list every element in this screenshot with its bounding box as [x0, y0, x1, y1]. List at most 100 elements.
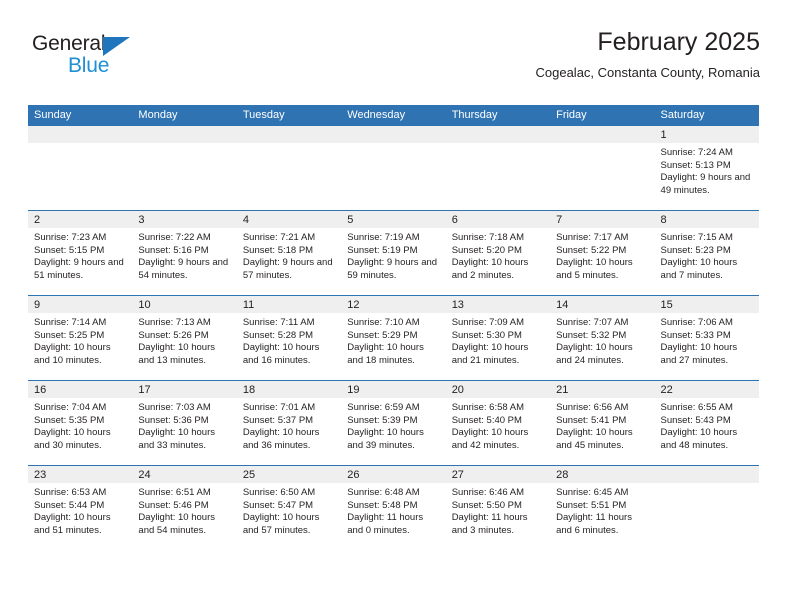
- calendar-empty-cell: [236, 126, 342, 211]
- day-details: Sunrise: 7:19 AM Sunset: 5:19 PM Daylight:…: [341, 228, 445, 282]
- sunrise-text: Sunrise: 7:22 AM: [138, 232, 211, 243]
- calendar-day-cell[interactable]: 26 Sunrise: 6:48 AM Sunset: 5:48 PM Dayligh…: [341, 465, 446, 550]
- calendar-day-cell[interactable]: 6 Sunrise: 7:18 AM Sunset: 5:20 PM Daylight…: [445, 210, 551, 296]
- page-header: General Blue February 2025 Cogealac, Con…: [28, 26, 760, 98]
- day-details: Sunrise: 7:07 AM Sunset: 5:32 PM Daylight:…: [550, 313, 654, 367]
- daylight-text: Daylight: 10 hours and 30 minutes.: [34, 427, 111, 451]
- day-cell-inner: 22 Sunrise: 6:55 AM Sunset: 5:43 PM Dayligh…: [654, 381, 759, 465]
- calendar-day-cell[interactable]: 12 Sunrise: 7:10 AM Sunset: 5:29 PM Dayligh…: [341, 295, 446, 381]
- day-cell-inner: [550, 126, 655, 210]
- calendar-day-cell[interactable]: 13 Sunrise: 7:09 AM Sunset: 5:30 PM Dayligh…: [445, 295, 551, 381]
- day-details: Sunrise: 7:23 AM Sunset: 5:15 PM Daylight:…: [28, 228, 132, 282]
- calendar-day-cell[interactable]: 4 Sunrise: 7:21 AM Sunset: 5:18 PM Daylight…: [236, 210, 342, 296]
- calendar-header-row: Sunday Monday Tuesday Wednesday Thursday…: [28, 105, 759, 126]
- sunrise-text: Sunrise: 6:50 AM: [242, 487, 316, 498]
- weekday-header-wednesday: Wednesday: [341, 105, 446, 126]
- day-cell-inner: 7 Sunrise: 7:17 AM Sunset: 5:22 PM Daylight…: [550, 211, 655, 295]
- calendar-day-cell[interactable]: 20 Sunrise: 6:58 AM Sunset: 5:40 PM Dayligh…: [445, 380, 551, 466]
- sunset-text: Sunset: 5:39 PM: [347, 414, 418, 426]
- calendar-day-cell[interactable]: 7 Sunrise: 7:17 AM Sunset: 5:22 PM Daylight…: [550, 210, 655, 296]
- daylight-text: Daylight: 10 hours and 5 minutes.: [556, 257, 633, 281]
- calendar-day-cell[interactable]: 18 Sunrise: 7:01 AM Sunset: 5:37 PM Dayligh…: [236, 380, 342, 466]
- calendar-empty-cell: [445, 126, 551, 211]
- daylight-text: Daylight: 10 hours and 2 minutes.: [451, 257, 529, 281]
- day-details: Sunrise: 6:51 AM Sunset: 5:46 PM Daylight:…: [132, 483, 236, 537]
- day-number: 11: [236, 296, 342, 313]
- calendar-day-cell[interactable]: 16 Sunrise: 7:04 AM Sunset: 5:35 PM Dayligh…: [28, 380, 133, 466]
- sunset-text: Sunset: 5:29 PM: [347, 329, 418, 341]
- calendar-week-row: 9 Sunrise: 7:14 AM Sunset: 5:25 PM Daylight…: [28, 295, 759, 381]
- calendar-day-cell[interactable]: 8 Sunrise: 7:15 AM Sunset: 5:23 PM Daylight…: [654, 210, 759, 296]
- day-cell-inner: 15 Sunrise: 7:06 AM Sunset: 5:33 PM Dayligh…: [654, 296, 759, 380]
- calendar-day-cell[interactable]: 24 Sunrise: 6:51 AM Sunset: 5:46 PM Dayligh…: [132, 465, 237, 550]
- calendar-day-cell[interactable]: 9 Sunrise: 7:14 AM Sunset: 5:25 PM Daylight…: [28, 295, 133, 381]
- sunrise-text: Sunrise: 7:11 AM: [242, 317, 315, 328]
- day-cell-inner: 16 Sunrise: 7:04 AM Sunset: 5:35 PM Dayligh…: [28, 381, 133, 465]
- day-cell-inner: [654, 466, 759, 550]
- sunset-text: Sunset: 5:43 PM: [660, 414, 731, 426]
- day-number: [550, 126, 655, 143]
- day-details: Sunrise: 7:10 AM Sunset: 5:29 PM Daylight:…: [341, 313, 445, 367]
- sunrise-text: Sunrise: 7:07 AM: [556, 317, 629, 328]
- daylight-text: Daylight: 10 hours and 54 minutes.: [138, 512, 215, 536]
- day-number: 10: [132, 296, 237, 313]
- day-number: 26: [341, 466, 446, 483]
- day-number: 19: [341, 381, 446, 398]
- calendar-day-cell[interactable]: 15 Sunrise: 7:06 AM Sunset: 5:33 PM Dayligh…: [654, 295, 759, 381]
- calendar-week-row: 16 Sunrise: 7:04 AM Sunset: 5:35 PM Dayligh…: [28, 380, 759, 466]
- day-details: Sunrise: 7:22 AM Sunset: 5:16 PM Daylight:…: [132, 228, 236, 282]
- sunrise-text: Sunrise: 7:15 AM: [660, 232, 733, 243]
- calendar-day-cell[interactable]: 1 Sunrise: 7:24 AM Sunset: 5:13 PM Daylight…: [654, 126, 759, 211]
- calendar-day-cell[interactable]: 25 Sunrise: 6:50 AM Sunset: 5:47 PM Dayligh…: [236, 465, 342, 550]
- calendar-day-cell[interactable]: 28 Sunrise: 6:45 AM Sunset: 5:51 PM Dayligh…: [550, 465, 655, 550]
- day-details: Sunrise: 7:18 AM Sunset: 5:20 PM Daylight:…: [446, 228, 550, 282]
- day-details: Sunrise: 6:56 AM Sunset: 5:41 PM Daylight:…: [550, 398, 654, 452]
- sunrise-text: Sunrise: 7:13 AM: [138, 317, 211, 328]
- day-details: Sunrise: 7:24 AM Sunset: 5:13 PM Daylight:…: [655, 143, 759, 197]
- day-number: 12: [341, 296, 446, 313]
- day-cell-inner: 4 Sunrise: 7:21 AM Sunset: 5:18 PM Daylight…: [236, 211, 342, 295]
- day-number: 25: [236, 466, 342, 483]
- weekday-header-tuesday: Tuesday: [236, 105, 342, 126]
- sunset-text: Sunset: 5:44 PM: [34, 499, 105, 511]
- sunset-text: Sunset: 5:35 PM: [34, 414, 105, 426]
- sunset-text: Sunset: 5:26 PM: [138, 329, 209, 341]
- calendar-day-cell[interactable]: 17 Sunrise: 7:03 AM Sunset: 5:36 PM Dayligh…: [132, 380, 237, 466]
- day-cell-inner: 26 Sunrise: 6:48 AM Sunset: 5:48 PM Dayligh…: [341, 466, 446, 550]
- calendar-day-cell[interactable]: 27 Sunrise: 6:46 AM Sunset: 5:50 PM Dayligh…: [445, 465, 551, 550]
- logo-text-blue: Blue: [68, 54, 110, 77]
- sunrise-text: Sunrise: 6:53 AM: [34, 487, 107, 498]
- calendar-day-cell[interactable]: 21 Sunrise: 6:56 AM Sunset: 5:41 PM Dayligh…: [550, 380, 655, 466]
- day-number: 13: [445, 296, 551, 313]
- calendar-day-cell[interactable]: 22 Sunrise: 6:55 AM Sunset: 5:43 PM Dayligh…: [654, 380, 759, 466]
- day-cell-inner: 25 Sunrise: 6:50 AM Sunset: 5:47 PM Dayligh…: [236, 466, 342, 550]
- day-number: [28, 126, 133, 143]
- daylight-text: Daylight: 10 hours and 48 minutes.: [660, 427, 738, 451]
- daylight-text: Daylight: 10 hours and 33 minutes.: [138, 427, 215, 451]
- calendar-day-cell[interactable]: 5 Sunrise: 7:19 AM Sunset: 5:19 PM Daylight…: [341, 210, 446, 296]
- sunrise-text: Sunrise: 6:48 AM: [347, 487, 420, 498]
- sunset-text: Sunset: 5:50 PM: [451, 499, 522, 511]
- calendar-day-cell[interactable]: 10 Sunrise: 7:13 AM Sunset: 5:26 PM Dayligh…: [132, 295, 237, 381]
- calendar-empty-cell: [132, 126, 237, 211]
- weekday-header-friday: Friday: [550, 105, 655, 126]
- sunset-text: Sunset: 5:41 PM: [556, 414, 627, 426]
- day-number: 2: [28, 211, 133, 228]
- sunset-text: Sunset: 5:25 PM: [34, 329, 105, 341]
- day-details: Sunrise: 6:59 AM Sunset: 5:39 PM Daylight:…: [341, 398, 445, 452]
- sunset-text: Sunset: 5:46 PM: [138, 499, 209, 511]
- calendar-day-cell[interactable]: 14 Sunrise: 7:07 AM Sunset: 5:32 PM Dayligh…: [550, 295, 655, 381]
- calendar-week-row: 2 Sunrise: 7:23 AM Sunset: 5:15 PM Daylight…: [28, 210, 759, 296]
- calendar-day-cell[interactable]: 2 Sunrise: 7:23 AM Sunset: 5:15 PM Daylight…: [28, 210, 133, 296]
- day-number: 16: [28, 381, 133, 398]
- calendar-day-cell[interactable]: 3 Sunrise: 7:22 AM Sunset: 5:16 PM Daylight…: [132, 210, 237, 296]
- calendar-day-cell[interactable]: 23 Sunrise: 6:53 AM Sunset: 5:44 PM Dayligh…: [28, 465, 133, 550]
- day-cell-inner: 2 Sunrise: 7:23 AM Sunset: 5:15 PM Daylight…: [28, 211, 133, 295]
- day-number: 8: [654, 211, 759, 228]
- calendar-day-cell[interactable]: 19 Sunrise: 6:59 AM Sunset: 5:39 PM Dayligh…: [341, 380, 446, 466]
- day-number: 15: [654, 296, 759, 313]
- sunrise-text: Sunrise: 6:58 AM: [451, 402, 525, 413]
- calendar-day-cell[interactable]: 11 Sunrise: 7:11 AM Sunset: 5:28 PM Dayligh…: [236, 295, 342, 381]
- day-number: [654, 466, 759, 483]
- daylight-text: Daylight: 11 hours and 0 minutes.: [347, 512, 424, 536]
